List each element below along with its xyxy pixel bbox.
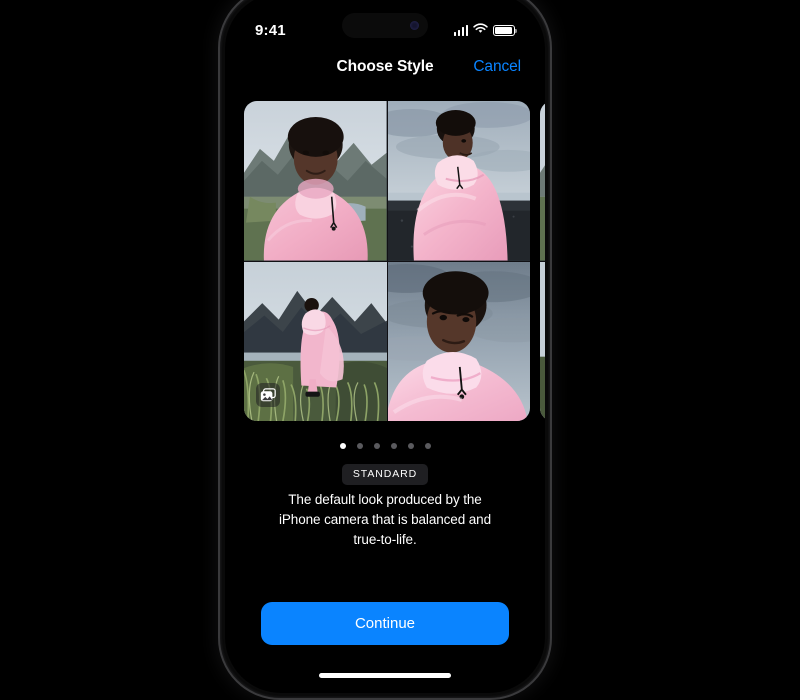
photo-tile-full-body-grass-mountains[interactable]: [244, 261, 387, 421]
page-indicator[interactable]: [225, 443, 545, 449]
home-indicator[interactable]: [319, 673, 451, 678]
style-name-badge: STANDARD: [341, 464, 429, 485]
photo-tile-portrait-black-beach[interactable]: [387, 101, 530, 261]
photo-tile-portrait-closeup-sky[interactable]: [387, 261, 530, 421]
status-bar-icons: [453, 21, 517, 39]
battery-icon: [493, 24, 517, 36]
page-title: Choose Style: [336, 58, 434, 75]
photo-tile-next-1[interactable]: [540, 101, 545, 261]
cellular-signal-icon: [453, 24, 468, 36]
page-dot-3[interactable]: [373, 443, 380, 449]
continue-button[interactable]: Continue: [261, 602, 509, 645]
front-camera-icon: [410, 21, 419, 30]
style-card-next[interactable]: [540, 101, 545, 421]
style-carousel-track[interactable]: [244, 101, 545, 421]
dynamic-island: [342, 13, 428, 38]
photo-tile-next-3[interactable]: [540, 261, 545, 421]
page-dot-6[interactable]: [424, 443, 431, 449]
cancel-button[interactable]: Cancel: [473, 58, 521, 76]
page-dot-5[interactable]: [407, 443, 414, 449]
page-dot-4[interactable]: [390, 443, 397, 449]
photo-tile-portrait-selfie-mountains[interactable]: [244, 101, 387, 261]
wifi-icon: [473, 21, 488, 39]
style-card-standard[interactable]: [244, 101, 530, 421]
page-dot-1[interactable]: [339, 443, 346, 449]
iphone-device-frame: 9:41 Choose Style Cancel STANDARD The de…: [218, 0, 552, 700]
status-bar-time: 9:41: [255, 21, 286, 39]
navigation-bar: Choose Style Cancel: [225, 50, 545, 84]
page-dot-2[interactable]: [356, 443, 363, 449]
photo-stack-icon[interactable]: [256, 383, 280, 407]
style-carousel[interactable]: [225, 101, 545, 421]
screenshot-root: 9:41 Choose Style Cancel STANDARD The de…: [0, 0, 800, 700]
style-name-container: STANDARD: [225, 464, 545, 485]
iphone-screen: 9:41 Choose Style Cancel STANDARD The de…: [225, 0, 545, 693]
style-description: The default look produced by the iPhone …: [279, 492, 491, 547]
